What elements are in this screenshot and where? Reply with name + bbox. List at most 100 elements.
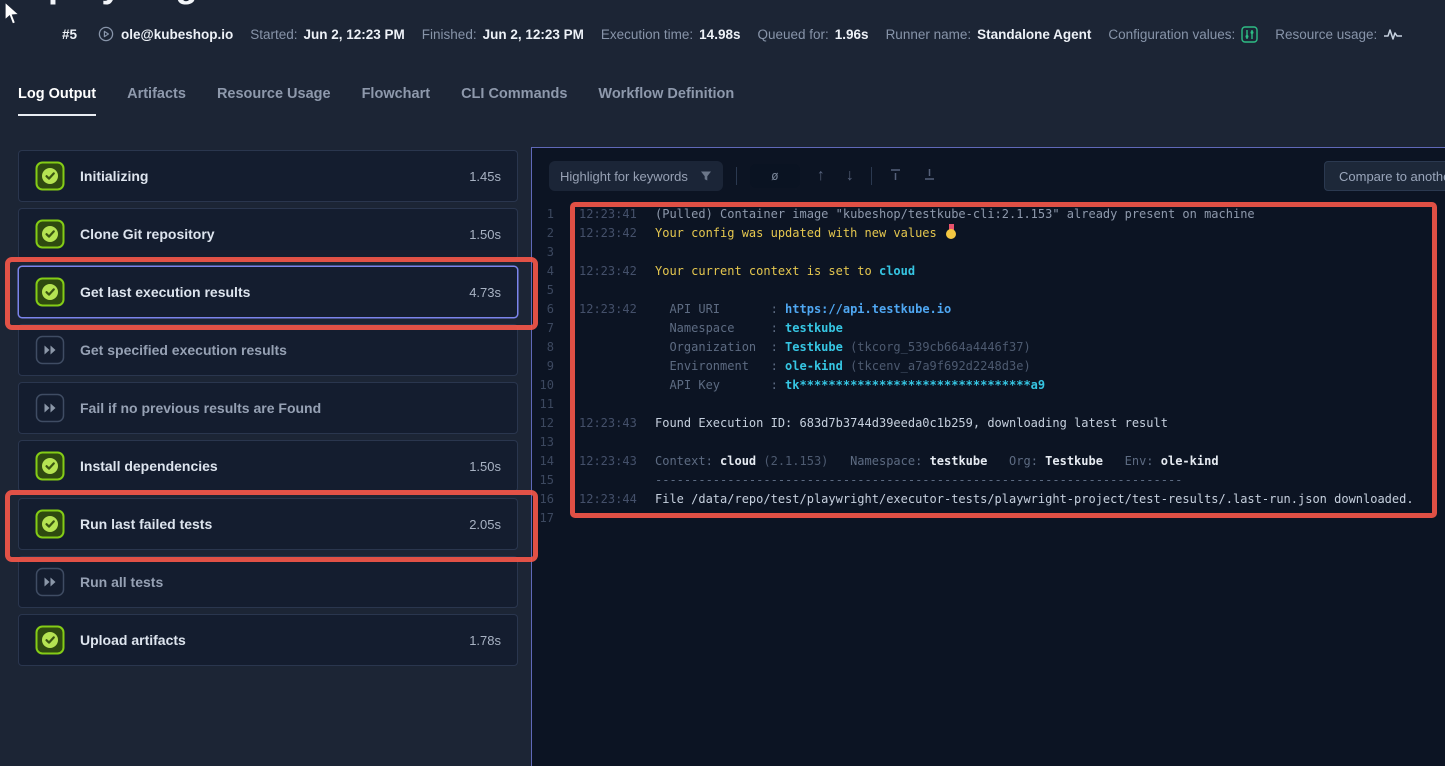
step-upload-artifacts[interactable]: Upload artifacts1.78s bbox=[18, 614, 518, 666]
log-segment: Testkube bbox=[1045, 454, 1103, 468]
highlight-keywords-dropdown[interactable]: Highlight for keywords bbox=[549, 161, 723, 191]
pulse-icon bbox=[1383, 27, 1403, 41]
log-line-11: 11 bbox=[532, 395, 1445, 414]
line-number: 9 bbox=[532, 357, 554, 376]
scroll-to-top-icon bbox=[889, 168, 902, 181]
triggered-by-email: ole@kubeshop.io bbox=[121, 27, 233, 42]
step-run-last-failed-tests[interactable]: Run last failed tests2.05s bbox=[18, 498, 518, 550]
meta-label: Queued for: bbox=[757, 27, 828, 42]
timestamp bbox=[579, 395, 637, 414]
log-line-15: 15--------------------------------------… bbox=[532, 471, 1445, 490]
scroll-to-top-button[interactable] bbox=[885, 166, 906, 187]
run-by-icon bbox=[98, 26, 114, 42]
execution-meta-bar: #5 ole@kubeshop.io Started:Jun 2, 12:23 … bbox=[62, 24, 1445, 44]
log-segment: (tkcorg_539cb664a4446f37) bbox=[843, 340, 1031, 354]
meta-label: Finished: bbox=[422, 27, 477, 42]
step-install-dependencies[interactable]: Install dependencies1.50s bbox=[18, 440, 518, 492]
meta-value: 14.98s bbox=[699, 27, 740, 42]
log-line-9: 9 Environment : ole-kind (tkcenv_a7a9f69… bbox=[532, 357, 1445, 376]
log-segment: API Key : bbox=[655, 378, 785, 392]
scroll-to-bottom-button[interactable] bbox=[919, 166, 940, 187]
log-line-10: 10 API Key : tk*************************… bbox=[532, 376, 1445, 395]
log-segment: ole-kind bbox=[1161, 454, 1219, 468]
line-number: 5 bbox=[532, 281, 554, 300]
step-label: Install dependencies bbox=[80, 458, 218, 474]
tab-workflow-definition[interactable]: Workflow Definition bbox=[598, 86, 734, 116]
line-number: 8 bbox=[532, 338, 554, 357]
line-number: 11 bbox=[532, 395, 554, 414]
log-segment: tk********************************a9 bbox=[785, 378, 1045, 392]
step-initializing[interactable]: Initializing 1.45s bbox=[18, 150, 518, 202]
step-label: Run last failed tests bbox=[80, 516, 212, 532]
log-line-4: 412:23:42Your current context is set to … bbox=[532, 262, 1445, 281]
meta-label: Started: bbox=[250, 27, 297, 42]
step-clone-git-repository[interactable]: Clone Git repository1.50s bbox=[18, 208, 518, 260]
line-number: 13 bbox=[532, 433, 554, 452]
step-label: Get last execution results bbox=[80, 284, 250, 300]
meta-field-started: Started: Jun 2, 12:23 PM bbox=[250, 27, 405, 42]
next-match-button[interactable]: ↓ bbox=[842, 166, 858, 186]
line-number: 4 bbox=[532, 262, 554, 281]
log-segment: Your config was updated with new values bbox=[655, 226, 944, 240]
highlight-keywords-label: Highlight for keywords bbox=[560, 169, 688, 184]
step-duration: 1.50s bbox=[469, 227, 501, 242]
log-line-6: 612:23:42 API URI : https://api.testkube… bbox=[532, 300, 1445, 319]
page-title: playwright bbox=[48, 0, 233, 6]
tab-resource-usage[interactable]: Resource Usage bbox=[217, 86, 331, 116]
line-number: 7 bbox=[532, 319, 554, 338]
line-text: Namespace : testkube bbox=[655, 319, 843, 338]
previous-match-button[interactable]: ↑ bbox=[813, 166, 829, 186]
timestamp bbox=[579, 281, 637, 300]
line-number: 10 bbox=[532, 376, 554, 395]
toolbar-divider bbox=[736, 167, 737, 185]
meta-label: Runner name: bbox=[886, 27, 972, 42]
timestamp: 12:23:42 bbox=[579, 224, 637, 243]
tab-log-output[interactable]: Log Output bbox=[18, 86, 96, 116]
log-segment: (2.1.153) bbox=[756, 454, 828, 468]
line-text: Organization : Testkube (tkcorg_539cb664… bbox=[655, 338, 1031, 357]
log-segment: Context: bbox=[655, 454, 720, 468]
timestamp bbox=[579, 376, 637, 395]
line-number: 1 bbox=[532, 205, 554, 224]
log-segment: File /data/repo/test/playwright/executor… bbox=[655, 492, 1414, 506]
toolbar-divider bbox=[871, 167, 872, 185]
log-segment: https://api.testkube.io bbox=[785, 302, 951, 316]
meta-value: Jun 2, 12:23 PM bbox=[304, 27, 405, 42]
step-run-all-tests[interactable]: Run all tests bbox=[18, 556, 518, 608]
log-toolbar: Highlight for keywords ø ↑ ↓ Compare to … bbox=[532, 148, 1445, 204]
step-label: Get specified execution results bbox=[80, 342, 287, 358]
passed-check-icon bbox=[35, 509, 65, 539]
meta-value: Standalone Agent bbox=[977, 27, 1091, 42]
passed-check-icon bbox=[35, 219, 65, 249]
log-segment: Testkube bbox=[785, 340, 843, 354]
log-segment: (tkcenv_a7a9f692d2248d3e) bbox=[843, 359, 1031, 373]
timestamp bbox=[579, 319, 637, 338]
meta-value: Jun 2, 12:23 PM bbox=[483, 27, 584, 42]
timestamp bbox=[579, 338, 637, 357]
timestamp bbox=[579, 433, 637, 452]
line-text: Context: cloud (2.1.153) Namespace: test… bbox=[655, 452, 1219, 471]
medal-emoji bbox=[946, 224, 957, 239]
mouse-cursor bbox=[2, 1, 24, 27]
log-output: 112:23:41(Pulled) Container image "kubes… bbox=[532, 205, 1445, 528]
log-line-3: 3 bbox=[532, 243, 1445, 262]
line-text: Your config was updated with new values bbox=[655, 224, 957, 243]
step-fail-if-no-previous-results-are-found[interactable]: Fail if no previous results are Found bbox=[18, 382, 518, 434]
search-match-counter[interactable]: ø bbox=[750, 164, 800, 188]
line-number: 15 bbox=[532, 471, 554, 490]
line-text: API Key : tk****************************… bbox=[655, 376, 1045, 395]
step-duration: 1.45s bbox=[469, 169, 501, 184]
tab-artifacts[interactable]: Artifacts bbox=[127, 86, 186, 116]
log-line-5: 5 bbox=[532, 281, 1445, 300]
compare-to-another-execution-button[interactable]: Compare to another execution bbox=[1324, 161, 1445, 191]
tab-cli-commands[interactable]: CLI Commands bbox=[461, 86, 567, 116]
step-get-last-execution-results[interactable]: Get last execution results4.73s bbox=[18, 266, 518, 318]
line-text: Environment : ole-kind (tkcenv_a7a9f692d… bbox=[655, 357, 1031, 376]
line-number: 14 bbox=[532, 452, 554, 471]
meta-field-resource-usage: Resource usage: bbox=[1275, 27, 1403, 42]
step-label: Initializing bbox=[80, 168, 148, 184]
tab-flowchart[interactable]: Flowchart bbox=[362, 86, 430, 116]
passed-check-icon bbox=[35, 451, 65, 481]
step-get-specified-execution-results[interactable]: Get specified execution results bbox=[18, 324, 518, 376]
log-line-12: 1212:23:43Found Execution ID: 683d7b3744… bbox=[532, 414, 1445, 433]
